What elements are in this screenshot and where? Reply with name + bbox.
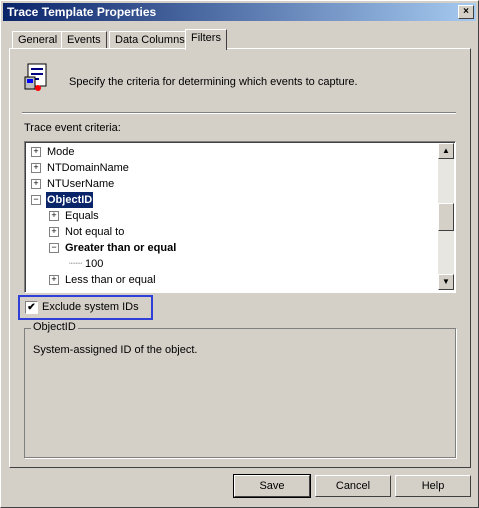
info-text: Specify the criteria for determining whi…	[69, 76, 358, 88]
vertical-scrollbar[interactable]: ▲ ▼	[438, 143, 454, 290]
window-title: Trace Template Properties	[7, 5, 157, 19]
tab-data-columns[interactable]: Data Columns	[109, 31, 191, 49]
tab-events[interactable]: Events	[61, 31, 107, 49]
cancel-button[interactable]: Cancel	[315, 475, 391, 497]
tab-general[interactable]: General	[12, 31, 64, 49]
trace-event-criteria-label: Trace event criteria:	[24, 122, 121, 134]
expand-icon[interactable]: +	[49, 227, 59, 237]
collapse-icon[interactable]: −	[31, 195, 41, 205]
exclude-system-ids-label[interactable]: Exclude system IDs	[42, 301, 139, 313]
expand-icon[interactable]: +	[31, 163, 41, 173]
separator	[22, 112, 456, 114]
scroll-thumb[interactable]	[438, 203, 454, 231]
close-button[interactable]: ×	[458, 5, 474, 19]
expand-icon[interactable]: +	[49, 211, 59, 221]
title-bar[interactable]: Trace Template Properties ×	[3, 3, 476, 21]
help-button[interactable]: Help	[395, 475, 471, 497]
collapse-icon[interactable]: −	[49, 243, 59, 253]
filter-properties-icon	[24, 63, 47, 91]
criteria-tree[interactable]: + Mode + NTDomainName + NTUserName − Obj…	[24, 141, 456, 293]
tree-connector: ┈┈	[69, 258, 83, 270]
description-text: System-assigned ID of the object.	[33, 344, 198, 356]
exclude-system-ids-checkbox[interactable]: ✔	[25, 301, 38, 314]
scroll-up-button[interactable]: ▲	[438, 143, 454, 159]
expand-icon[interactable]: +	[49, 275, 59, 285]
expand-icon[interactable]: +	[31, 179, 41, 189]
scroll-down-button[interactable]: ▼	[438, 274, 454, 290]
tab-filters[interactable]: Filters	[185, 29, 227, 50]
save-button[interactable]: Save	[233, 474, 311, 498]
description-title: ObjectID	[31, 321, 78, 333]
expand-icon[interactable]: +	[31, 147, 41, 157]
